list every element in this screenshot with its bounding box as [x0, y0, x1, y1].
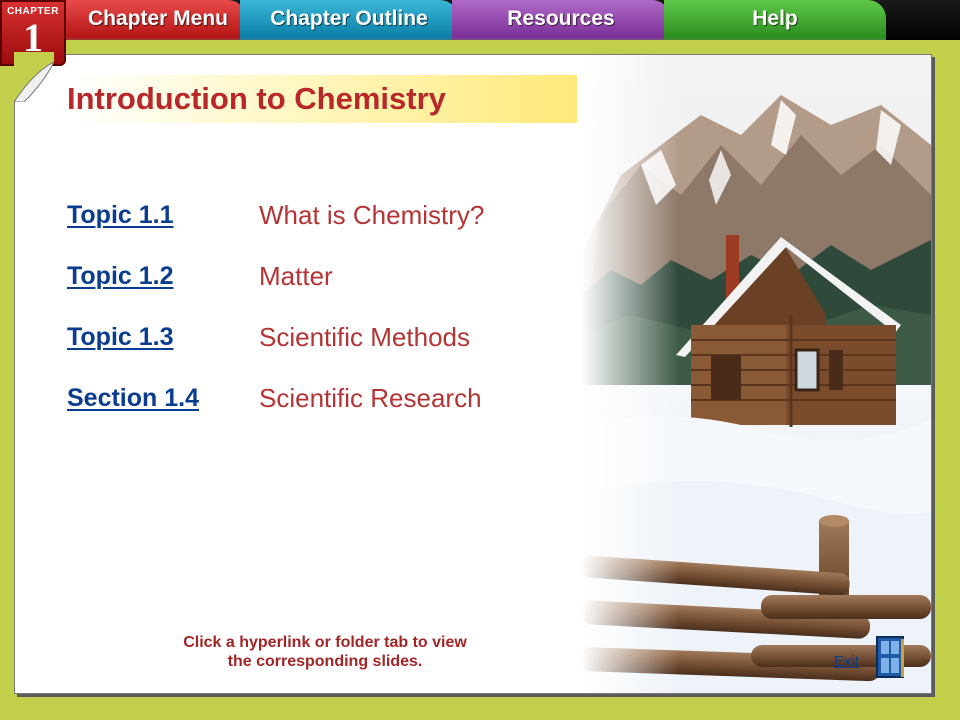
topic-1-1-description: What is Chemistry? [259, 200, 485, 230]
page-curl-icon [14, 52, 54, 102]
tab-resources[interactable]: Resources [452, 0, 670, 40]
exit-door-icon[interactable] [875, 635, 905, 679]
exit-link[interactable]: Exit [834, 653, 859, 670]
topic-1-1-link[interactable]: Topic 1.1 [67, 201, 259, 230]
instruction-line-2: the corresponding slides. [227, 653, 423, 670]
tab-chapter-menu-label: Chapter Menu [87, 7, 228, 30]
topic-list: Topic 1.1 What is Chemistry? Topic 1.2 M… [67, 185, 484, 429]
topic-row-1-1: Topic 1.1 What is Chemistry? [67, 185, 484, 246]
page-title-bar: Introduction to Chemistry [67, 75, 577, 123]
tab-help-label: Help [752, 7, 798, 30]
topic-1-3-description: Scientific Methods [259, 322, 470, 352]
tab-chapter-menu[interactable]: Chapter Menu [60, 0, 246, 40]
slide-page: Introduction to Chemistry Topic 1.1 What… [14, 54, 932, 694]
topic-row-1-2: Topic 1.2 Matter [67, 246, 484, 307]
topic-1-3-link[interactable]: Topic 1.3 [67, 323, 259, 352]
topic-row-1-4: Section 1.4 Scientific Research [67, 368, 484, 429]
tab-chapter-outline[interactable]: Chapter Outline [240, 0, 458, 40]
tab-resources-label: Resources [507, 7, 615, 30]
section-1-4-link[interactable]: Section 1.4 [67, 384, 259, 413]
page-frame: Introduction to Chemistry Topic 1.1 What… [0, 40, 960, 720]
topic-1-2-link[interactable]: Topic 1.2 [67, 262, 259, 291]
tab-help[interactable]: Help [664, 0, 886, 40]
instruction-line-1: Click a hyperlink or folder tab to view [183, 634, 467, 651]
instruction-text: Click a hyperlink or folder tab to view … [115, 633, 535, 671]
page-title: Introduction to Chemistry [67, 81, 446, 116]
section-1-4-description: Scientific Research [259, 383, 482, 413]
winter-cabin-illustration [581, 55, 931, 693]
tab-bar: Chapter Menu Chapter Outline Resources H… [0, 0, 960, 42]
topic-1-2-description: Matter [259, 261, 333, 291]
topic-row-1-3: Topic 1.3 Scientific Methods [67, 307, 484, 368]
tab-chapter-outline-label: Chapter Outline [270, 7, 428, 30]
